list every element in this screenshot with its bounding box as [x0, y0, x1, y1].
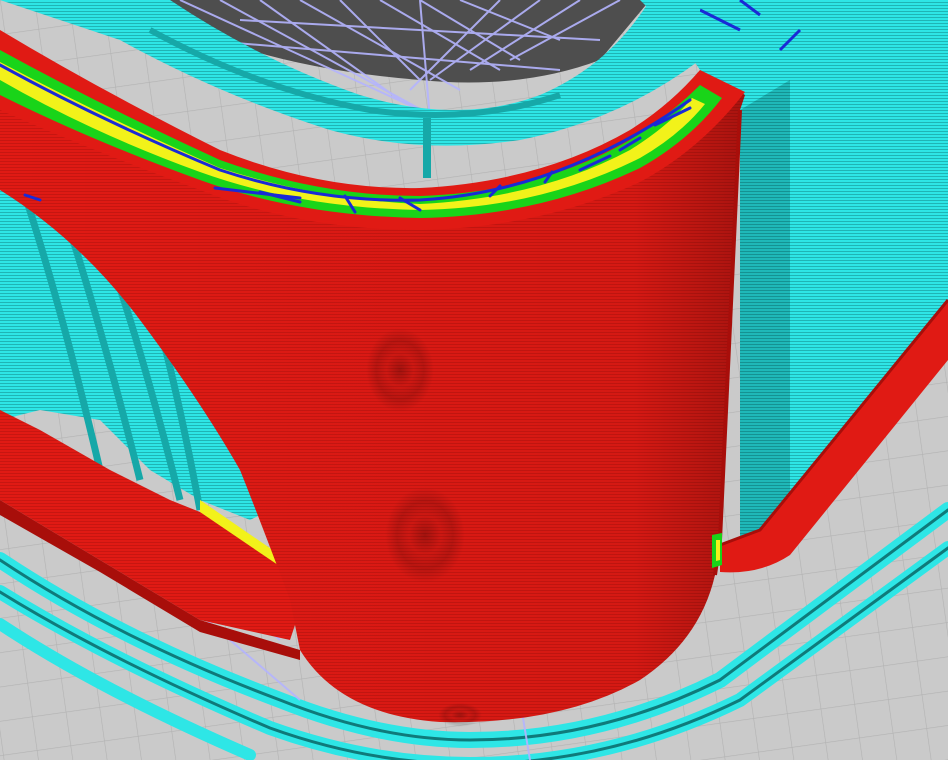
layer-preview-canvas[interactable] — [0, 0, 948, 760]
seam-ring-2 — [385, 487, 465, 583]
base-corner-infill — [716, 540, 720, 561]
seam-ring-3 — [438, 703, 482, 727]
seam-ring-1 — [366, 328, 434, 412]
3d-viewport[interactable] — [0, 0, 948, 760]
seam-line — [423, 118, 431, 178]
right-inner-wall-shadow — [740, 80, 790, 540]
